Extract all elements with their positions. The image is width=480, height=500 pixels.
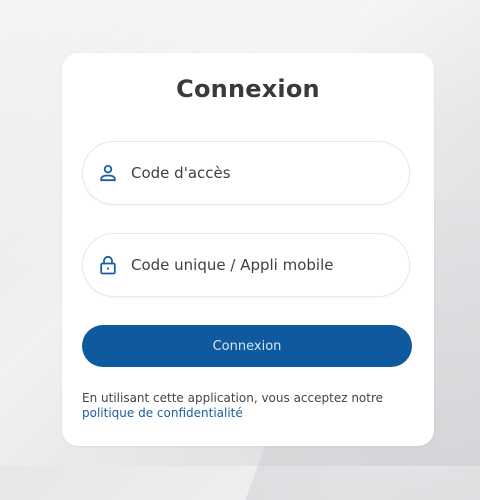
legal-text: En utilisant cette application, vous acc… [82,391,384,405]
access-code-input[interactable] [131,164,391,182]
login-card: Connexion Connexion En utilisant cette a… [62,53,434,446]
page-title: Connexion [176,75,320,103]
privacy-policy-link[interactable]: politique de confidentialité [82,406,243,420]
unique-code-field[interactable] [82,233,410,297]
user-icon [97,162,119,184]
unique-code-input[interactable] [131,256,391,274]
lock-icon [97,254,119,276]
access-code-field[interactable] [82,141,410,205]
legal-notice: En utilisant cette application, vous acc… [82,391,422,421]
login-button[interactable]: Connexion [82,325,412,367]
